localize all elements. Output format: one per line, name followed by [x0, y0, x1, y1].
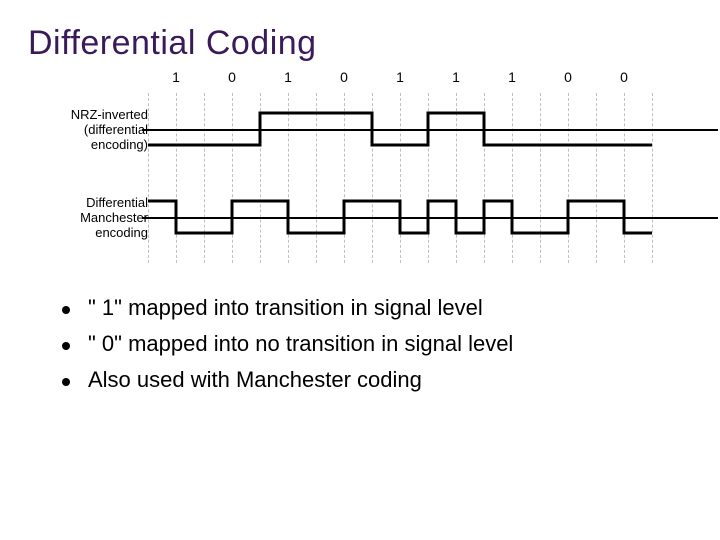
bullet-text: " 0" mapped into no transition in signal… [88, 331, 513, 357]
bullet-2: Also used with Manchester coding [62, 367, 692, 393]
bullet-dot-icon [62, 306, 70, 314]
label-diff-manchester: DifferentialManchesterencoding [28, 195, 148, 240]
bit-5: 1 [428, 69, 484, 85]
slide-title: Differential Coding [28, 24, 692, 63]
bit-3: 0 [316, 69, 372, 85]
wave-nrz-inverted [148, 93, 652, 165]
bullet-dot-icon [62, 342, 70, 350]
gridline [652, 93, 653, 263]
bit-0: 1 [148, 69, 204, 85]
bit-1: 0 [204, 69, 260, 85]
label-nrz-inverted: NRZ-inverted(differentialencoding) [28, 107, 148, 152]
bullet-list: " 1" mapped into transition in signal le… [28, 295, 692, 393]
bullet-dot-icon [62, 378, 70, 386]
bullet-text: Also used with Manchester coding [88, 367, 422, 393]
bullet-1: " 0" mapped into no transition in signal… [62, 331, 692, 357]
waveform-area [148, 93, 688, 263]
bit-8: 0 [596, 69, 652, 85]
bullet-text: " 1" mapped into transition in signal le… [88, 295, 483, 321]
wave-diff-manchester [148, 181, 652, 253]
bullet-0: " 1" mapped into transition in signal le… [62, 295, 692, 321]
coding-diagram: 101011100 NRZ-inverted(differentialencod… [28, 69, 688, 269]
bit-2: 1 [260, 69, 316, 85]
bit-7: 0 [540, 69, 596, 85]
bit-4: 1 [372, 69, 428, 85]
bit-6: 1 [484, 69, 540, 85]
